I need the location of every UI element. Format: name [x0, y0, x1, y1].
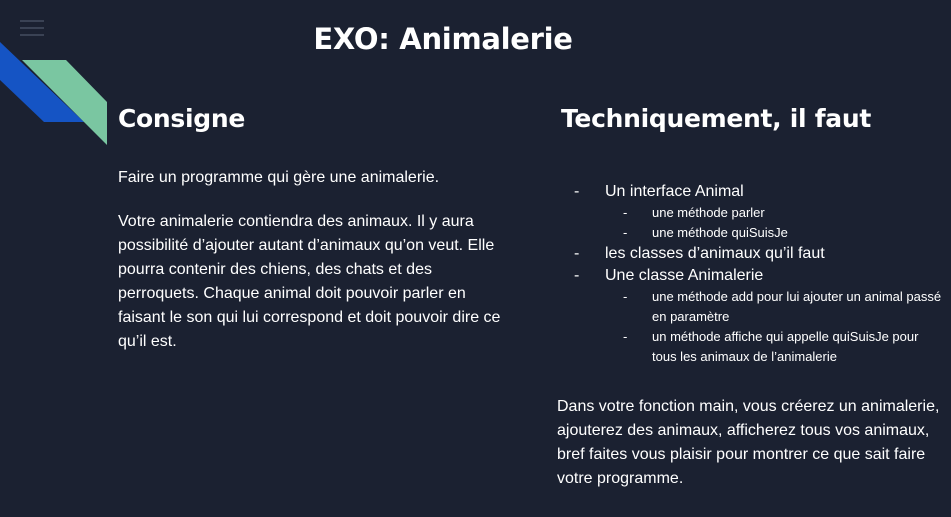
sub-item-methode-add: une méthode add pour lui ajouter un anim…: [574, 287, 944, 327]
requirements-list: Un interface Animal une méthode parler u…: [574, 181, 944, 367]
consigne-paragraph-2: Votre animalerie contiendra des animaux.…: [118, 213, 501, 350]
list-item-classes-animaux: les classes d’animaux qu’il faut: [574, 243, 944, 265]
main-function-paragraph: Dans votre fonction main, vous créerez u…: [557, 398, 940, 487]
list-item-interface-animal: Un interface Animal: [574, 181, 944, 203]
consigne-heading: Consigne: [118, 104, 246, 133]
list-item-classe-animalerie: Une classe Animalerie: [574, 265, 944, 287]
technique-heading: Techniquement, il faut: [561, 104, 872, 133]
sub-item-methode-quisuisje: une méthode quiSuisJe: [574, 223, 944, 243]
sub-item-methode-affiche: un méthode affiche qui appelle quiSuisJe…: [574, 327, 944, 367]
sub-item-methode-parler: une méthode parler: [574, 203, 944, 223]
consigne-paragraph-1: Faire un programme qui gère une animaler…: [118, 169, 440, 186]
page-title: EXO: Animalerie: [313, 22, 573, 56]
